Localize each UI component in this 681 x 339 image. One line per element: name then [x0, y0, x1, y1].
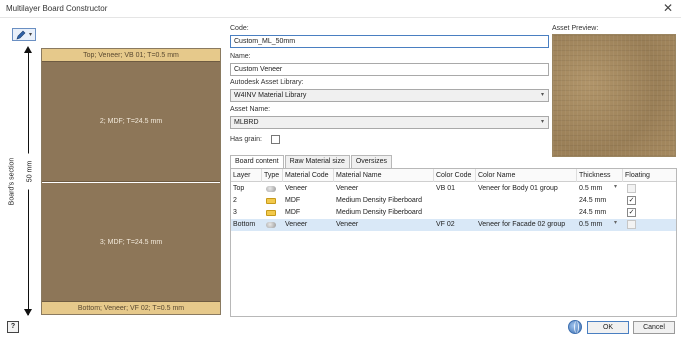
column-header[interactable]: Type: [262, 169, 283, 182]
floating-checkbox[interactable]: ✓: [627, 208, 636, 217]
asset-name-label: Asset Name:: [230, 106, 271, 113]
cell-material-name: Veneer: [336, 221, 359, 228]
code-field[interactable]: Custom_ML_50mm: [230, 35, 549, 48]
table-header: Layer Type Material Code Material Name C…: [231, 169, 676, 182]
asset-name-select-value: MLBRD: [234, 119, 259, 126]
cell-material-code: Veneer: [285, 221, 308, 228]
cell-material-name: Medium Density Fiberboard: [336, 209, 422, 216]
cell-color-code: VF 02: [436, 221, 455, 228]
mdf-icon: [266, 210, 276, 216]
library-select[interactable]: W4INV Material Library ▾: [230, 89, 549, 102]
tab-raw-material-size[interactable]: Raw Material size: [284, 155, 350, 168]
tab-bar: Board content Raw Material size Oversize…: [230, 155, 393, 169]
table-row[interactable]: Bottom Veneer Veneer VF 02 Veneer for Fa…: [231, 219, 676, 231]
board-section-view: Top; Veneer; VB 01; T=0.5 mm 2; MDF; T=2…: [41, 48, 221, 315]
chevron-down-icon[interactable]: ▾: [614, 219, 617, 226]
board-content-table: Layer Type Material Code Material Name C…: [230, 168, 677, 317]
cell-layer: 3: [233, 209, 237, 216]
has-grain-checkbox[interactable]: [271, 135, 280, 144]
layer-3[interactable]: 3; MDF; T=24.5 mm: [42, 183, 220, 302]
cell-color-code: [434, 195, 476, 207]
cell-thickness[interactable]: 0.5 mm: [577, 219, 615, 231]
arrow-down-icon: [24, 309, 32, 316]
arrow-up-icon: [24, 46, 32, 53]
mdf-icon: [266, 198, 276, 204]
cell-color-code: VB 01: [436, 185, 456, 192]
board-section-label: Board's section: [8, 157, 16, 206]
cell-material-code: MDF: [285, 209, 301, 216]
floating-checkbox: [627, 220, 636, 229]
cell-layer: Bottom: [233, 221, 256, 228]
ok-button[interactable]: OK: [587, 321, 629, 334]
window-title: Multilayer Board Constructor: [6, 4, 108, 13]
column-header[interactable]: Material Name: [334, 169, 434, 182]
cell-thickness[interactable]: 24.5 mm: [577, 195, 623, 207]
cell-material-name: Medium Density Fiberboard: [336, 197, 422, 204]
code-label: Code:: [230, 25, 249, 32]
board-thickness-label: 50 mm: [14, 153, 44, 190]
column-header[interactable]: Material Code: [283, 169, 334, 182]
floating-checkbox[interactable]: ✓: [627, 196, 636, 205]
cell-material-code: MDF: [285, 197, 301, 204]
cell-color-name: Veneer for Body 01 group: [478, 185, 558, 192]
draw-tool-button[interactable]: ▾: [12, 28, 36, 41]
chevron-down-icon: ▾: [540, 92, 544, 98]
cell-color-code: [434, 207, 476, 219]
column-header[interactable]: Color Code: [434, 169, 476, 182]
cell-thickness[interactable]: 24.5 mm: [577, 207, 623, 219]
table-row[interactable]: Top Veneer Veneer VB 01 Veneer for Body …: [231, 183, 676, 195]
asset-preview-label: Asset Preview:: [552, 25, 599, 32]
column-header[interactable]: Floating: [623, 169, 676, 182]
floating-checkbox: [627, 184, 636, 193]
column-header[interactable]: Thickness: [577, 169, 623, 182]
column-header[interactable]: Layer: [231, 169, 262, 182]
has-grain-label: Has grain:: [230, 136, 262, 143]
chevron-down-icon: ▾: [540, 119, 544, 125]
chevron-down-icon: ▾: [28, 32, 32, 38]
tab-oversizes[interactable]: Oversizes: [350, 155, 392, 168]
cell-material-name: Veneer: [336, 185, 359, 192]
title-bar: Multilayer Board Constructor ✕: [0, 0, 681, 18]
table-row[interactable]: 2 MDF Medium Density Fiberboard 24.5 mm …: [231, 195, 676, 207]
column-header[interactable]: Color Name: [476, 169, 577, 182]
asset-preview-image: [552, 34, 676, 157]
library-select-value: W4INV Material Library: [234, 92, 307, 99]
cell-layer: 2: [233, 197, 237, 204]
library-label: Autodesk Asset Library:: [230, 79, 304, 86]
globe-icon[interactable]: [568, 320, 582, 334]
asset-name-select[interactable]: MLBRD ▾: [230, 116, 549, 129]
cell-color-name: [476, 207, 577, 219]
cell-color-name: Veneer for Facade 02 group: [478, 221, 566, 228]
cell-color-name: [476, 195, 577, 207]
veneer-icon: [266, 222, 276, 228]
cancel-button[interactable]: Cancel: [633, 321, 675, 334]
tab-board-content[interactable]: Board content: [230, 155, 284, 169]
layer-2[interactable]: 2; MDF; T=24.5 mm: [42, 62, 220, 182]
layer-bottom[interactable]: Bottom; Veneer; VF 02; T=0.5 mm: [42, 302, 220, 314]
cell-thickness[interactable]: 0.5 mm: [577, 183, 615, 195]
close-icon[interactable]: ✕: [663, 1, 673, 15]
table-row[interactable]: 3 MDF Medium Density Fiberboard 24.5 mm …: [231, 207, 676, 219]
layer-top[interactable]: Top; Veneer; VB 01; T=0.5 mm: [42, 49, 220, 62]
help-icon[interactable]: ?: [7, 321, 19, 333]
cell-layer: Top: [233, 185, 245, 192]
name-label: Name:: [230, 53, 251, 60]
cell-material-code: Veneer: [285, 185, 308, 192]
veneer-icon: [266, 186, 276, 192]
chevron-down-icon[interactable]: ▾: [614, 183, 617, 190]
pen-icon: [16, 30, 26, 40]
name-field[interactable]: Custom Veneer: [230, 63, 549, 76]
